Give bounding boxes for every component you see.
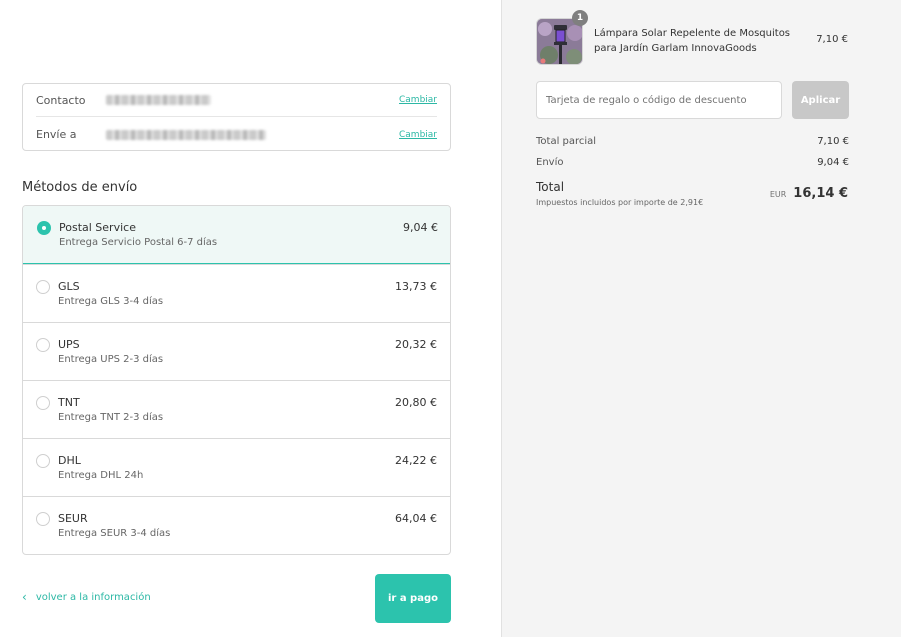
- shipping-cost-value: 9,04 €: [817, 157, 849, 168]
- total-value-group: EUR 16,14 €: [770, 186, 848, 201]
- shipping-cost-row: Envío 9,04 €: [536, 157, 849, 168]
- ship-to-row: Envíe a Cambiar: [36, 118, 437, 151]
- method-price: 13,73 €: [395, 280, 437, 293]
- shipping-methods-list: Postal Service Entrega Servicio Postal 6…: [22, 205, 451, 555]
- subtotal-value: 7,10 €: [817, 136, 849, 147]
- chevron-left-icon: ‹: [22, 590, 27, 604]
- change-contact-link[interactable]: Cambiar: [399, 95, 437, 105]
- product-price: 7,10 €: [816, 34, 848, 45]
- contact-label: Contacto: [36, 93, 86, 107]
- method-name: UPS: [58, 338, 80, 351]
- subtotal-row: Total parcial 7,10 €: [536, 136, 849, 147]
- lamp-product-image: [537, 19, 582, 64]
- total-amount: 16,14 €: [793, 186, 848, 201]
- back-to-information-link[interactable]: ‹ volver a la información: [22, 590, 151, 604]
- method-desc: Entrega DHL 24h: [58, 470, 144, 481]
- change-address-link[interactable]: Cambiar: [399, 130, 437, 140]
- tax-note: Impuestos incluidos por importe de 2,91€: [536, 198, 704, 207]
- review-box: Contacto Cambiar Envíe a Cambiar: [22, 83, 451, 151]
- method-price: 20,80 €: [395, 396, 437, 409]
- shipping-option-ups[interactable]: UPS Entrega UPS 2-3 días 20,32 €: [23, 322, 450, 380]
- shipping-cost-label: Envío: [536, 157, 564, 168]
- ship-to-value-redacted: [106, 129, 266, 140]
- method-desc: Entrega Servicio Postal 6-7 días: [59, 237, 218, 248]
- method-name: GLS: [58, 280, 80, 293]
- shipping-option-gls[interactable]: GLS Entrega GLS 3-4 días 13,73 €: [23, 264, 450, 322]
- method-name: TNT: [58, 396, 80, 409]
- radio[interactable]: [36, 454, 50, 468]
- discount-code-input[interactable]: [536, 81, 782, 119]
- radio[interactable]: [36, 280, 50, 294]
- method-price: 24,22 €: [395, 454, 437, 467]
- total-label: Total: [536, 180, 565, 194]
- shipping-option-postal-service[interactable]: Postal Service Entrega Servicio Postal 6…: [23, 206, 450, 264]
- radio-selected[interactable]: [37, 221, 51, 235]
- method-desc: Entrega GLS 3-4 días: [58, 296, 164, 307]
- continue-to-payment-button[interactable]: ir a pago: [375, 574, 451, 623]
- method-desc: Entrega UPS 2-3 días: [58, 354, 164, 365]
- method-name: DHL: [58, 454, 81, 467]
- ship-to-label: Envíe a: [36, 128, 77, 141]
- method-price: 9,04 €: [403, 221, 438, 234]
- radio[interactable]: [36, 338, 50, 352]
- method-price: 64,04 €: [395, 512, 437, 525]
- checkout-main: Contacto Cambiar Envíe a Cambiar Métodos…: [0, 0, 501, 637]
- method-price: 20,32 €: [395, 338, 437, 351]
- subtotal-label: Total parcial: [536, 136, 597, 147]
- order-summary: 1 Lámpara Solar Repelente de Mosquitos p…: [501, 0, 901, 637]
- method-desc: Entrega SEUR 3-4 días: [58, 528, 171, 539]
- shipping-option-tnt[interactable]: TNT Entrega TNT 2-3 días 20,80 €: [23, 380, 450, 438]
- shipping-option-dhl[interactable]: DHL Entrega DHL 24h 24,22 €: [23, 438, 450, 496]
- currency-code: EUR: [769, 190, 787, 199]
- method-desc: Entrega TNT 2-3 días: [58, 412, 164, 423]
- back-link-label: volver a la información: [35, 591, 151, 603]
- product-name: Lámpara Solar Repelente de Mosquitos par…: [594, 28, 791, 54]
- product-quantity-badge: 1: [572, 10, 588, 26]
- contact-row: Contacto Cambiar: [36, 84, 437, 117]
- contact-value-redacted: [106, 95, 211, 105]
- radio[interactable]: [36, 396, 50, 410]
- shipping-methods-title: Métodos de envío: [22, 180, 138, 195]
- radio[interactable]: [36, 512, 50, 526]
- apply-discount-button[interactable]: Aplicar: [792, 81, 849, 119]
- shipping-option-seur[interactable]: SEUR Entrega SEUR 3-4 días 64,04 €: [23, 496, 450, 554]
- method-name: Postal Service: [59, 221, 136, 234]
- method-name: SEUR: [58, 512, 88, 525]
